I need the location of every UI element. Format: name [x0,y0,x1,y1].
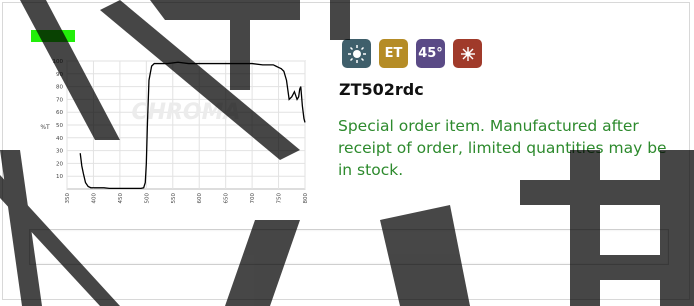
sun-icon-glyph [347,44,366,63]
notes-box [29,229,669,265]
y-tick-label: 30 [56,149,63,155]
status-chip [31,30,75,42]
y-tick-label: 20 [56,161,63,167]
transmission-chart: CHROMA 10 20 30 40 50 60 70 80 90 100 350 400 450 500 5… [31,53,316,213]
x-tick-label: 600 [197,193,203,204]
product-title: ZT502rdc [339,80,424,99]
sun-icon[interactable] [342,39,371,68]
product-card: CHROMA 10 20 30 40 50 60 70 80 90 100 350 400 450 500 5… [2,2,690,300]
angle-icon[interactable]: 45° [416,39,445,68]
x-tick-label: 750 [277,193,283,204]
angle-icon-label: 45° [418,46,443,61]
x-tick-label: 350 [65,193,71,204]
y-axis-label: %T [40,124,50,131]
feature-icons: ET 45° [342,39,482,68]
x-tick-label: 650 [224,193,230,204]
y-tick-label: 10 [56,174,63,180]
et-icon-label: ET [384,46,403,61]
chart-svg: CHROMA102030405060708090100350 400 450 500 5… [40,59,309,204]
y-tick-label: 80 [56,85,63,91]
availability-notice: Special order item. Manufactured after r… [338,117,667,179]
x-tick-label: 500 [144,193,150,204]
y-tick-label: 40 [56,136,63,142]
x-tick-label: 400 [91,193,97,204]
laser-icon[interactable] [453,39,482,68]
y-tick-label: 70 [56,97,63,103]
x-tick-label: 550 [171,193,177,204]
y-tick-label: 90 [56,72,63,78]
y-tick-label: 100 [53,59,64,65]
y-tick-label: 60 [56,110,63,116]
x-tick-label: 800 [303,193,309,204]
laser-icon-glyph [460,46,475,61]
et-icon[interactable]: ET [379,39,408,68]
y-tick-label: 50 [56,123,63,129]
x-tick-label: 450 [118,193,124,204]
x-tick-label: 700 [250,193,256,204]
